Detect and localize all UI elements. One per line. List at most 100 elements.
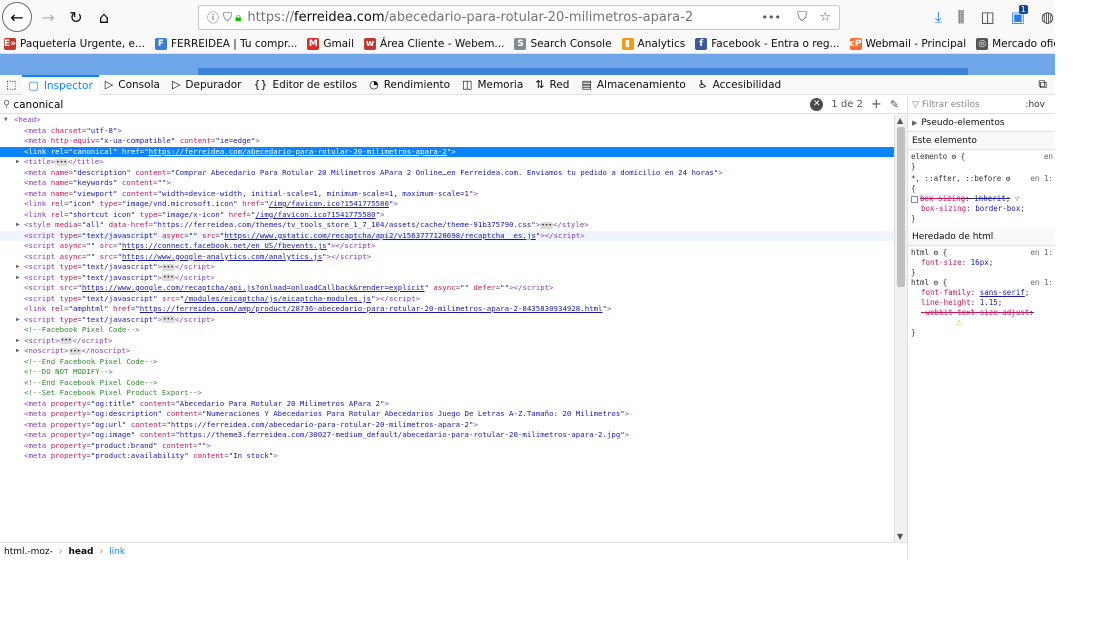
markup-line[interactable]: <!--End Facebook Pixel Code--> (0, 357, 894, 368)
expand-twisty-icon[interactable]: ▶ (16, 262, 20, 273)
markup-line[interactable]: ▶ <script type="text/javascript">•••</scr… (0, 262, 894, 273)
reload-button[interactable]: ↻ (64, 5, 88, 29)
markup-line[interactable]: <script type="text/javascript" src="/mod… (0, 294, 894, 305)
declaration-font-family[interactable]: font-family: sans-serif; (908, 288, 1055, 298)
markup-line[interactable]: <meta property="og:title" content="Abece… (0, 399, 894, 410)
search-input[interactable]: canonical (13, 99, 63, 111)
sidebar-icon[interactable]: ◫ (981, 8, 995, 26)
gear-icon[interactable]: ⚙ (1006, 174, 1011, 183)
back-button[interactable]: ← (2, 2, 32, 32)
gear-icon[interactable]: ⚙ (934, 248, 939, 257)
filter-styles-input[interactable]: Filtrar estilos (922, 100, 980, 110)
hov-toggle[interactable]: :hov (1025, 100, 1045, 110)
markup-line[interactable]: <meta property="og:description" content=… (0, 409, 894, 420)
tab-red[interactable]: ⇅ Red (529, 75, 575, 95)
rule-source[interactable]: en 1: (1030, 174, 1053, 184)
declaration-box-sizing[interactable]: box-sizing: border-box; (908, 204, 1055, 214)
markup-line[interactable]: <script async="" src="https://connect.fa… (0, 241, 894, 252)
add-node-icon[interactable]: + (871, 97, 882, 112)
markup-view[interactable]: ▼ <head> <meta charset="utf-8"> <meta htt… (0, 115, 894, 542)
tab-consola[interactable]: ▷ Consola (99, 75, 166, 95)
tab-rendimiento[interactable]: ◔ Rendimiento (363, 75, 456, 95)
markup-line[interactable]: ▶ <noscript>•••</noscript> (0, 346, 894, 357)
markup-line[interactable]: ▶ <script type="text/javascript">•••</scr… (0, 315, 894, 326)
tab-almacenamiento[interactable]: ▤ Almacenamiento (575, 75, 691, 95)
forward-button[interactable]: → (36, 5, 60, 29)
markup-line[interactable]: <meta name="viewport" content="width=dev… (0, 189, 894, 200)
bookmark-item[interactable]: S Search Console (514, 37, 612, 50)
markup-line[interactable]: ▼ <head> (0, 115, 894, 126)
markup-line[interactable]: <script src="https://www.google.com/reca… (0, 283, 894, 294)
clear-search-icon[interactable]: ✕ (810, 98, 824, 111)
tab-memoria[interactable]: ◫ Memoria (456, 75, 529, 95)
markup-line[interactable]: <script async="" src="https://www.google… (0, 252, 894, 263)
checkbox[interactable] (911, 195, 918, 203)
markup-line[interactable]: <link rel="shortcut icon" type="image/x-… (0, 210, 894, 221)
bookmark-item[interactable]: ▮ Analytics (621, 37, 685, 50)
markup-line[interactable]: ▶ <script type="text/javascript">•••</scr… (0, 273, 894, 284)
scroll-up-icon[interactable]: ▲ (897, 116, 903, 125)
markup-line[interactable]: <meta http-equiv="x-ua-compatible" conte… (0, 136, 894, 147)
gear-icon[interactable]: ⚙ (934, 278, 939, 287)
markup-line[interactable]: <meta property="og:url" content="https:/… (0, 420, 894, 431)
rule-source[interactable]: en (1044, 152, 1053, 162)
rule-source[interactable]: en 1: (1030, 248, 1053, 258)
declaration-box-sizing-inherit[interactable]: box-sizing: inherit; ▽ (908, 194, 1055, 204)
bookmark-star-icon[interactable]: ☆ (819, 10, 831, 25)
account-icon[interactable]: ◍ (1041, 8, 1054, 26)
breadcrumb-head[interactable]: head (68, 547, 93, 557)
bookmark-item[interactable]: cP Webmail - Principal (849, 37, 966, 50)
dock-options-icon[interactable]: ⧉ (1038, 77, 1047, 92)
tab-accesibilidad[interactable]: ♿ Accesibilidad (692, 75, 787, 95)
expand-twisty-icon[interactable]: ▶ (16, 315, 20, 326)
info-icon[interactable]: ⓘ (207, 9, 219, 26)
markup-line[interactable]: <meta name="keywords" content=""> (0, 178, 894, 189)
declaration-webkit[interactable]: -webkit-text-size-adjust: (908, 308, 1055, 318)
markup-line[interactable]: <link rel="icon" type="image/vnd.microso… (0, 199, 894, 210)
download-icon[interactable]: ⤓ (935, 8, 942, 26)
shield-icon[interactable]: ⛉ (223, 10, 232, 25)
markup-line[interactable]: ▶ <title>•••</title> (0, 157, 894, 168)
expand-twisty-icon[interactable]: ▶ (16, 157, 20, 168)
expand-twisty-icon[interactable]: ▶ (16, 273, 20, 284)
pseudo-elements-section[interactable]: ▶ Pseudo-elementos (908, 114, 1055, 132)
declaration-font-size[interactable]: font-size: 16px; (908, 258, 1055, 268)
filter-icon[interactable]: ▽ (1015, 194, 1020, 203)
pocket-icon[interactable]: ⛉ (797, 10, 807, 25)
markup-line[interactable]: <!--Set Facebook Pixel Product Export--> (0, 388, 894, 399)
expand-twisty-icon[interactable]: ▶ (16, 346, 20, 357)
scrollbar-thumb[interactable] (897, 127, 905, 287)
gear-icon[interactable]: ⚙ (952, 152, 957, 161)
tab-depurador[interactable]: ▷ Depurador (166, 75, 248, 95)
bookmark-item[interactable]: w Área Cliente - Webem... (364, 37, 504, 50)
markup-line[interactable]: <meta property="og:image" content="https… (0, 430, 894, 441)
collapse-twisty-icon[interactable]: ▼ (4, 115, 8, 126)
bookmark-item[interactable]: ◎Mercado oficial de Pre... (976, 37, 1055, 50)
markup-line-selected[interactable]: <link rel="canonical" href="https://ferr… (0, 146, 894, 157)
warning-icon[interactable]: ⚠ (956, 317, 962, 328)
page-actions-button[interactable]: ••• (762, 11, 781, 24)
markup-line[interactable]: ▶ <script>•••</script> (0, 336, 894, 347)
markup-line[interactable]: <!--DO NOT MODIFY--> (0, 367, 894, 378)
library-icon[interactable]: ⫼ (958, 8, 965, 26)
markup-line[interactable]: <meta property="product:availability" co… (0, 451, 894, 462)
rule-source[interactable]: en 1: (1030, 278, 1053, 288)
markup-line[interactable]: <!--End Facebook Pixel Code--> (0, 378, 894, 389)
markup-line[interactable]: <meta name="description" content="Compra… (0, 168, 894, 179)
home-button[interactable]: ⌂ (92, 5, 116, 29)
bookmark-item[interactable]: f Facebook - Entra o reg... (695, 37, 840, 50)
markup-line[interactable]: <meta charset="utf-8"> (0, 126, 894, 137)
bookmark-item[interactable]: F FERREIDEA | Tu compr... (154, 37, 297, 50)
bookmark-item[interactable]: M Gmail (307, 37, 354, 50)
scroll-down-icon[interactable]: ▼ (897, 532, 903, 541)
breadcrumb-link[interactable]: link (109, 547, 125, 557)
eyedropper-icon[interactable]: ✎ (890, 98, 899, 111)
breadcrumb-html[interactable]: html.-moz- (4, 547, 53, 557)
tab-inspector[interactable]: ▢ Inspector (22, 74, 99, 95)
extension-icon[interactable]: ▣ 1 (1011, 5, 1028, 26)
markup-line[interactable]: <script type="text/javascript" async="" … (0, 230, 894, 241)
url-bar[interactable]: ⓘ ⛉ 🔒︎ https://ferreidea.com/abecedario-… (198, 5, 840, 30)
expand-twisty-icon[interactable]: ▶ (16, 336, 20, 347)
markup-scrollbar[interactable]: ▲ ▼ (894, 115, 907, 542)
element-picker-button[interactable]: ⬚ (0, 75, 22, 95)
